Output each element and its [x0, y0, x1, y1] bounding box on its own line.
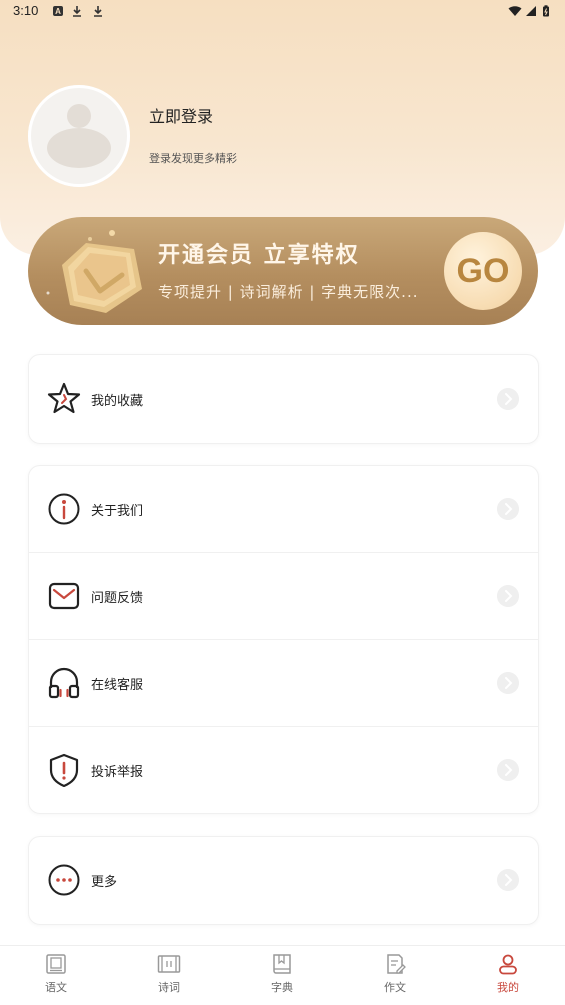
chevron-right-icon: [497, 388, 519, 410]
menu-label-favorites: 我的收藏: [91, 394, 144, 409]
chevron-right-icon: [497, 672, 519, 694]
nav-tab-poetry[interactable]: 诗词: [139, 953, 199, 995]
settings-card: 关于我们 问题反馈 在线客服 投诉举报: [28, 465, 539, 814]
vip-go-button[interactable]: GO: [444, 232, 522, 310]
status-bar: 3:10 A: [0, 0, 565, 24]
menu-label-service: 在线客服: [91, 678, 144, 693]
nav-label: 我的: [497, 981, 519, 994]
bottom-nav: 语文 诗词 字典 作文 我的: [0, 945, 565, 1005]
signal-icon: [526, 6, 536, 16]
vip-subtitle: 专项提升 | 诗词解析 | 字典无限次...: [158, 283, 419, 301]
nav-tab-essay[interactable]: 作文: [365, 953, 425, 995]
nav-label: 诗词: [158, 981, 180, 994]
menu-label-complaint: 投诉举报: [91, 765, 144, 780]
chevron-right-icon: [497, 585, 519, 607]
wifi-icon: [508, 6, 522, 16]
star-icon: [47, 382, 81, 414]
login-subtitle: 登录发现更多精彩: [149, 152, 237, 165]
info-icon: [48, 493, 80, 525]
nav-label: 作文: [384, 981, 406, 994]
login-title[interactable]: 立即登录: [149, 103, 213, 127]
download-icon: [73, 6, 81, 17]
menu-item-service[interactable]: 在线客服: [29, 640, 538, 727]
battery-icon: [543, 5, 549, 17]
vip-badge-icon: [46, 230, 142, 313]
chevron-right-icon: [497, 869, 519, 891]
svg-text:A: A: [55, 7, 61, 16]
download-icon: [94, 6, 102, 17]
vip-banner[interactable]: 开通会员 立享特权 专项提升 | 诗词解析 | 字典无限次... GO: [28, 217, 538, 325]
notification-icon: A: [53, 6, 63, 16]
menu-label-feedback: 问题反馈: [91, 591, 144, 606]
vip-title: 开通会员 立享特权: [158, 243, 360, 268]
profile-icon: [499, 954, 517, 975]
nav-tab-chinese[interactable]: 语文: [26, 953, 86, 995]
nav-tab-dictionary[interactable]: 字典: [252, 953, 312, 995]
chevron-right-icon: [497, 759, 519, 781]
status-time: 3:10: [13, 3, 39, 18]
headset-icon: [48, 667, 80, 699]
chevron-right-icon: [497, 498, 519, 520]
book-icon: [46, 954, 66, 974]
more-icon: [48, 864, 80, 896]
menu-item-complaint[interactable]: 投诉举报: [29, 727, 538, 813]
nav-tab-profile[interactable]: 我的: [478, 953, 538, 995]
avatar[interactable]: [28, 85, 130, 187]
more-card: 更多: [28, 836, 539, 925]
menu-item-favorites[interactable]: 我的收藏: [29, 355, 538, 443]
favorites-card: 我的收藏: [28, 354, 539, 444]
shield-warning-icon: [49, 753, 79, 787]
dictionary-icon: [273, 954, 291, 974]
user-placeholder-icon: [47, 104, 111, 168]
menu-item-feedback[interactable]: 问题反馈: [29, 553, 538, 640]
menu-item-about[interactable]: 关于我们: [29, 466, 538, 553]
menu-item-more[interactable]: 更多: [29, 837, 538, 924]
mail-icon: [48, 582, 80, 610]
essay-icon: [387, 954, 406, 974]
nav-label: 语文: [45, 981, 67, 994]
nav-label: 字典: [271, 981, 293, 994]
menu-label-about: 关于我们: [91, 504, 144, 519]
scroll-icon: [157, 955, 181, 973]
menu-label-more: 更多: [91, 875, 118, 890]
